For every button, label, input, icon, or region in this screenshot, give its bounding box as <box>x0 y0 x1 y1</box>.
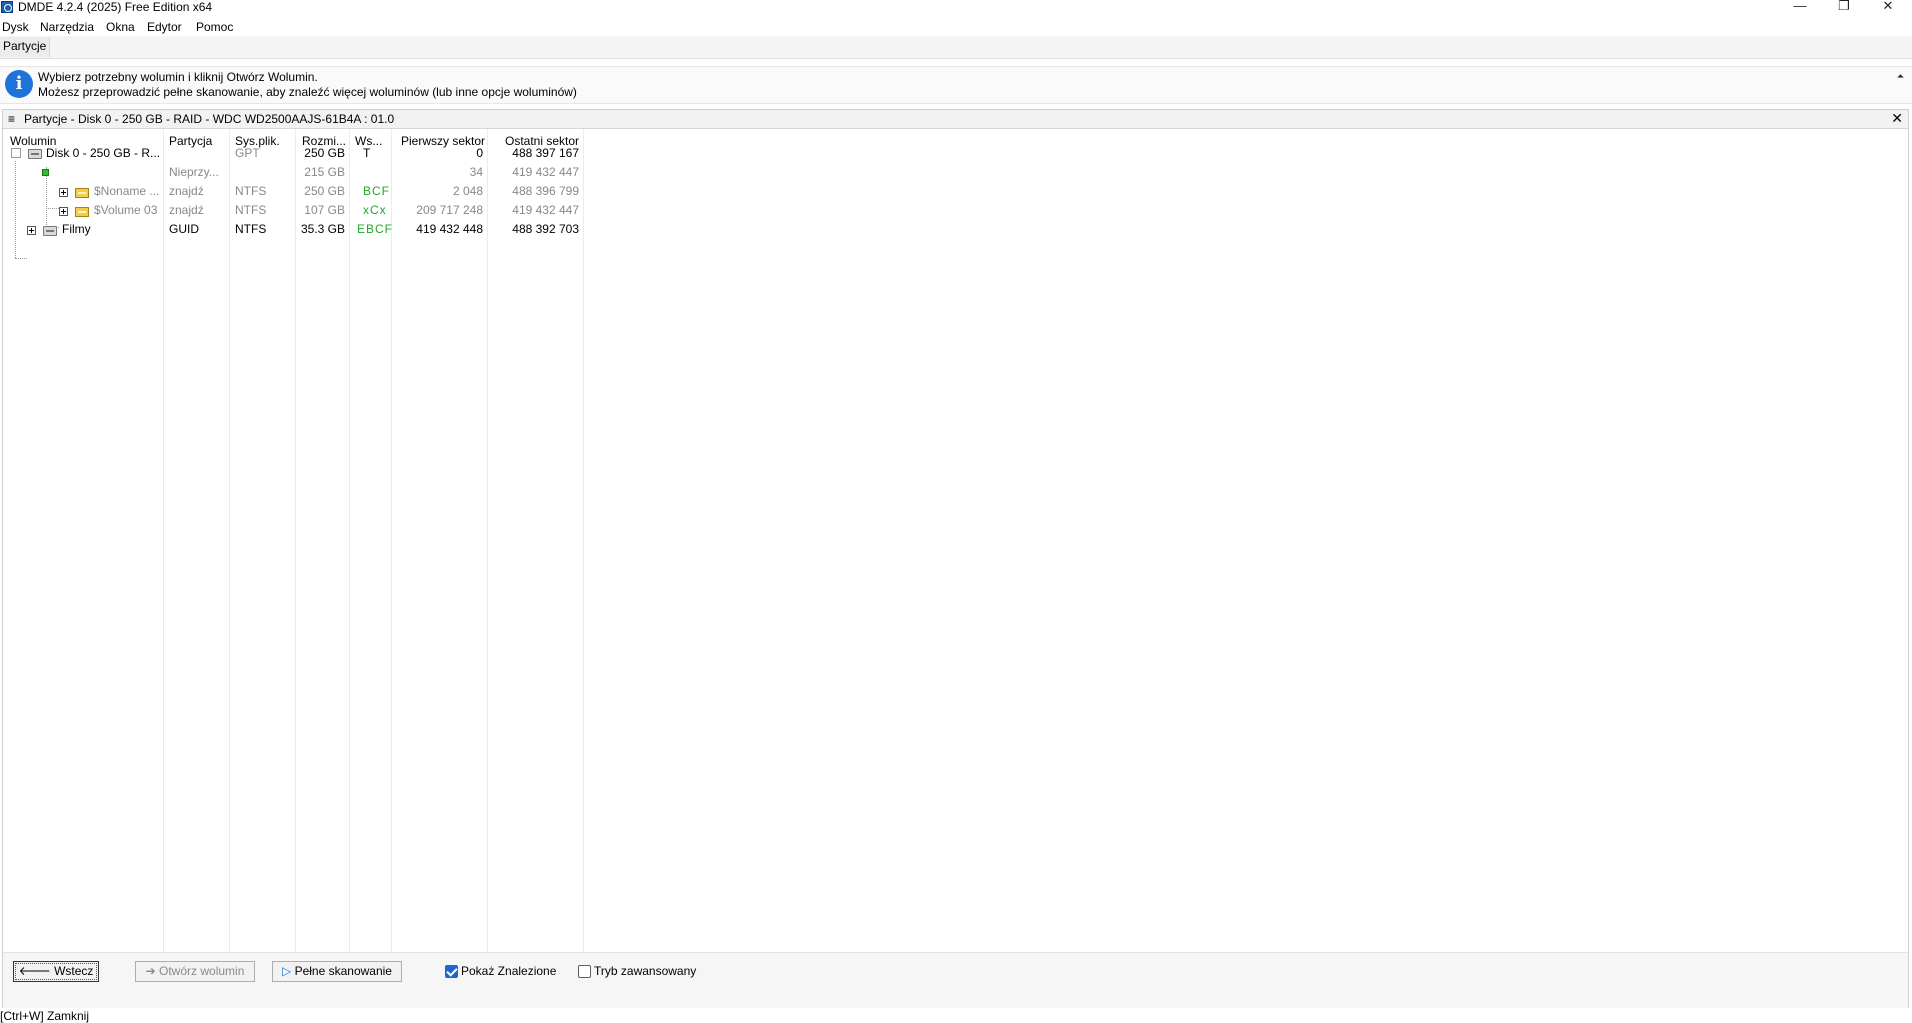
cell-flags: BCF <box>363 184 390 198</box>
partitions-table: Wolumin Partycja Sys.plik. Rozmi... Ws..… <box>3 129 1908 952</box>
close-window-button[interactable]: ✕ <box>1866 0 1910 14</box>
cell-filesystem: GPT <box>235 146 260 160</box>
show-found-checkbox[interactable] <box>445 965 458 978</box>
tree-line <box>15 161 16 258</box>
cell-volume: Filmy <box>62 222 91 236</box>
cell-last-sector: 488 397 167 <box>512 146 579 160</box>
cell-last-sector: 419 432 447 <box>512 203 579 217</box>
cell-first-sector: 2 048 <box>452 184 483 198</box>
cell-size: 35.3 GB <box>300 222 345 236</box>
panel-title: Partycje - Disk 0 - 250 GB - RAID - WDC … <box>24 112 395 126</box>
cell-size: 215 GB <box>304 165 345 179</box>
play-icon: ▷ <box>282 964 292 978</box>
volume-icon <box>75 188 89 198</box>
cell-flags: T <box>363 146 371 160</box>
restore-button[interactable]: ❐ <box>1822 0 1866 14</box>
column-divider[interactable] <box>295 129 296 952</box>
arrow-right-icon: ➔ <box>145 964 156 978</box>
column-divider[interactable] <box>229 129 230 952</box>
column-divider[interactable] <box>583 129 584 952</box>
full-scan-button[interactable]: ▷ Pełne skanowanie <box>272 961 402 982</box>
open-volume-label: Otwórz wolumin <box>159 964 245 978</box>
back-button-label: Wstecz <box>54 964 94 978</box>
cell-partition: GUID <box>169 222 199 236</box>
tab-bar: Partycje <box>0 36 1912 59</box>
tree-line <box>15 258 27 259</box>
row-checkbox[interactable] <box>11 148 21 158</box>
cell-partition: Nieprzy... <box>169 165 219 179</box>
partition-icon <box>43 226 57 236</box>
title-bar: DMDE 4.2.4 (2025) Free Edition x64 — ❐ ✕ <box>0 0 1912 16</box>
panel-menu-icon[interactable]: ≡ <box>8 111 15 127</box>
cell-first-sector: 209 717 248 <box>416 203 483 217</box>
free-space-icon <box>42 169 49 176</box>
cell-partition: znajdź <box>169 203 204 217</box>
expand-icon[interactable] <box>59 207 68 216</box>
column-divider[interactable] <box>487 129 488 952</box>
column-divider[interactable] <box>349 129 350 952</box>
open-volume-button[interactable]: ➔ Otwórz wolumin <box>135 961 255 982</box>
tree-line <box>46 208 59 209</box>
panel-footer: 🡐 Wstecz ➔ Otwórz wolumin ▷ Pełne skanow… <box>3 952 1908 1009</box>
info-icon: i <box>5 70 33 98</box>
status-text: [Ctrl+W] Zamknij <box>0 1009 90 1023</box>
cell-volume: $Volume 03 <box>94 203 158 217</box>
cell-last-sector: 488 392 703 <box>512 222 579 236</box>
show-found-label[interactable]: Pokaż Znalezione <box>461 964 556 979</box>
arrow-left-icon: 🡐 <box>18 964 51 978</box>
cell-first-sector: 419 432 448 <box>416 222 483 236</box>
cell-last-sector: 488 396 799 <box>512 184 579 198</box>
panel-header: ≡ Partycje - Disk 0 - 250 GB - RAID - WD… <box>3 110 1908 129</box>
cell-size: 250 GB <box>304 146 345 160</box>
partitions-panel: ≡ Partycje - Disk 0 - 250 GB - RAID - WD… <box>2 109 1909 1009</box>
info-message-line2: Możesz przeprowadzić pełne skanowanie, a… <box>38 85 577 99</box>
window-title: DMDE 4.2.4 (2025) Free Edition x64 <box>18 0 213 14</box>
column-divider[interactable] <box>163 129 164 952</box>
menu-pomoc[interactable]: Pomoc <box>196 19 233 35</box>
menu-okna[interactable]: Okna <box>106 19 135 35</box>
menu-edytor[interactable]: Edytor <box>147 19 182 35</box>
cell-filesystem: NTFS <box>235 203 267 217</box>
disk-icon <box>28 149 42 159</box>
info-bar: i Wybierz potrzebny wolumin i kliknij Ot… <box>0 66 1912 104</box>
info-message-line1: Wybierz potrzebny wolumin i kliknij Otwó… <box>38 70 318 84</box>
panel-close-icon[interactable]: ✕ <box>1891 110 1903 126</box>
column-header-partition[interactable]: Partycja <box>169 134 212 149</box>
menu-dysk[interactable]: Dysk <box>2 19 29 35</box>
full-scan-label: Pełne skanowanie <box>294 964 392 978</box>
cell-first-sector: 34 <box>469 165 483 179</box>
back-button[interactable]: 🡐 Wstecz <box>13 961 99 982</box>
cell-flags: xCx <box>363 203 387 217</box>
tree-line <box>46 167 47 233</box>
cell-partition: znajdź <box>169 184 204 198</box>
cell-filesystem: NTFS <box>235 222 267 236</box>
cell-filesystem: NTFS <box>235 184 267 198</box>
minimize-button[interactable]: — <box>1778 0 1822 14</box>
app-icon <box>1 1 13 13</box>
menu-narzedzia[interactable]: Narzędzia <box>40 19 94 35</box>
volume-icon <box>75 207 89 217</box>
expand-icon[interactable] <box>59 188 68 197</box>
collapse-icon[interactable]: ⏶ <box>1897 71 1904 82</box>
cell-size: 107 GB <box>304 203 345 217</box>
tab-partycje[interactable]: Partycje <box>0 37 51 57</box>
cell-flags: EBCF <box>357 222 394 236</box>
cell-last-sector: 419 432 447 <box>512 165 579 179</box>
cell-volume: $Noname ... <box>94 184 160 198</box>
advanced-mode-checkbox[interactable] <box>578 965 591 978</box>
expand-icon[interactable] <box>27 226 36 235</box>
cell-size: 250 GB <box>304 184 345 198</box>
advanced-mode-label[interactable]: Tryb zawansowany <box>594 964 696 979</box>
column-divider[interactable] <box>391 129 392 952</box>
cell-volume: Disk 0 - 250 GB - R... <box>46 146 161 160</box>
cell-first-sector: 0 <box>476 146 483 160</box>
status-bar: [Ctrl+W] Zamknij <box>0 1008 1912 1023</box>
